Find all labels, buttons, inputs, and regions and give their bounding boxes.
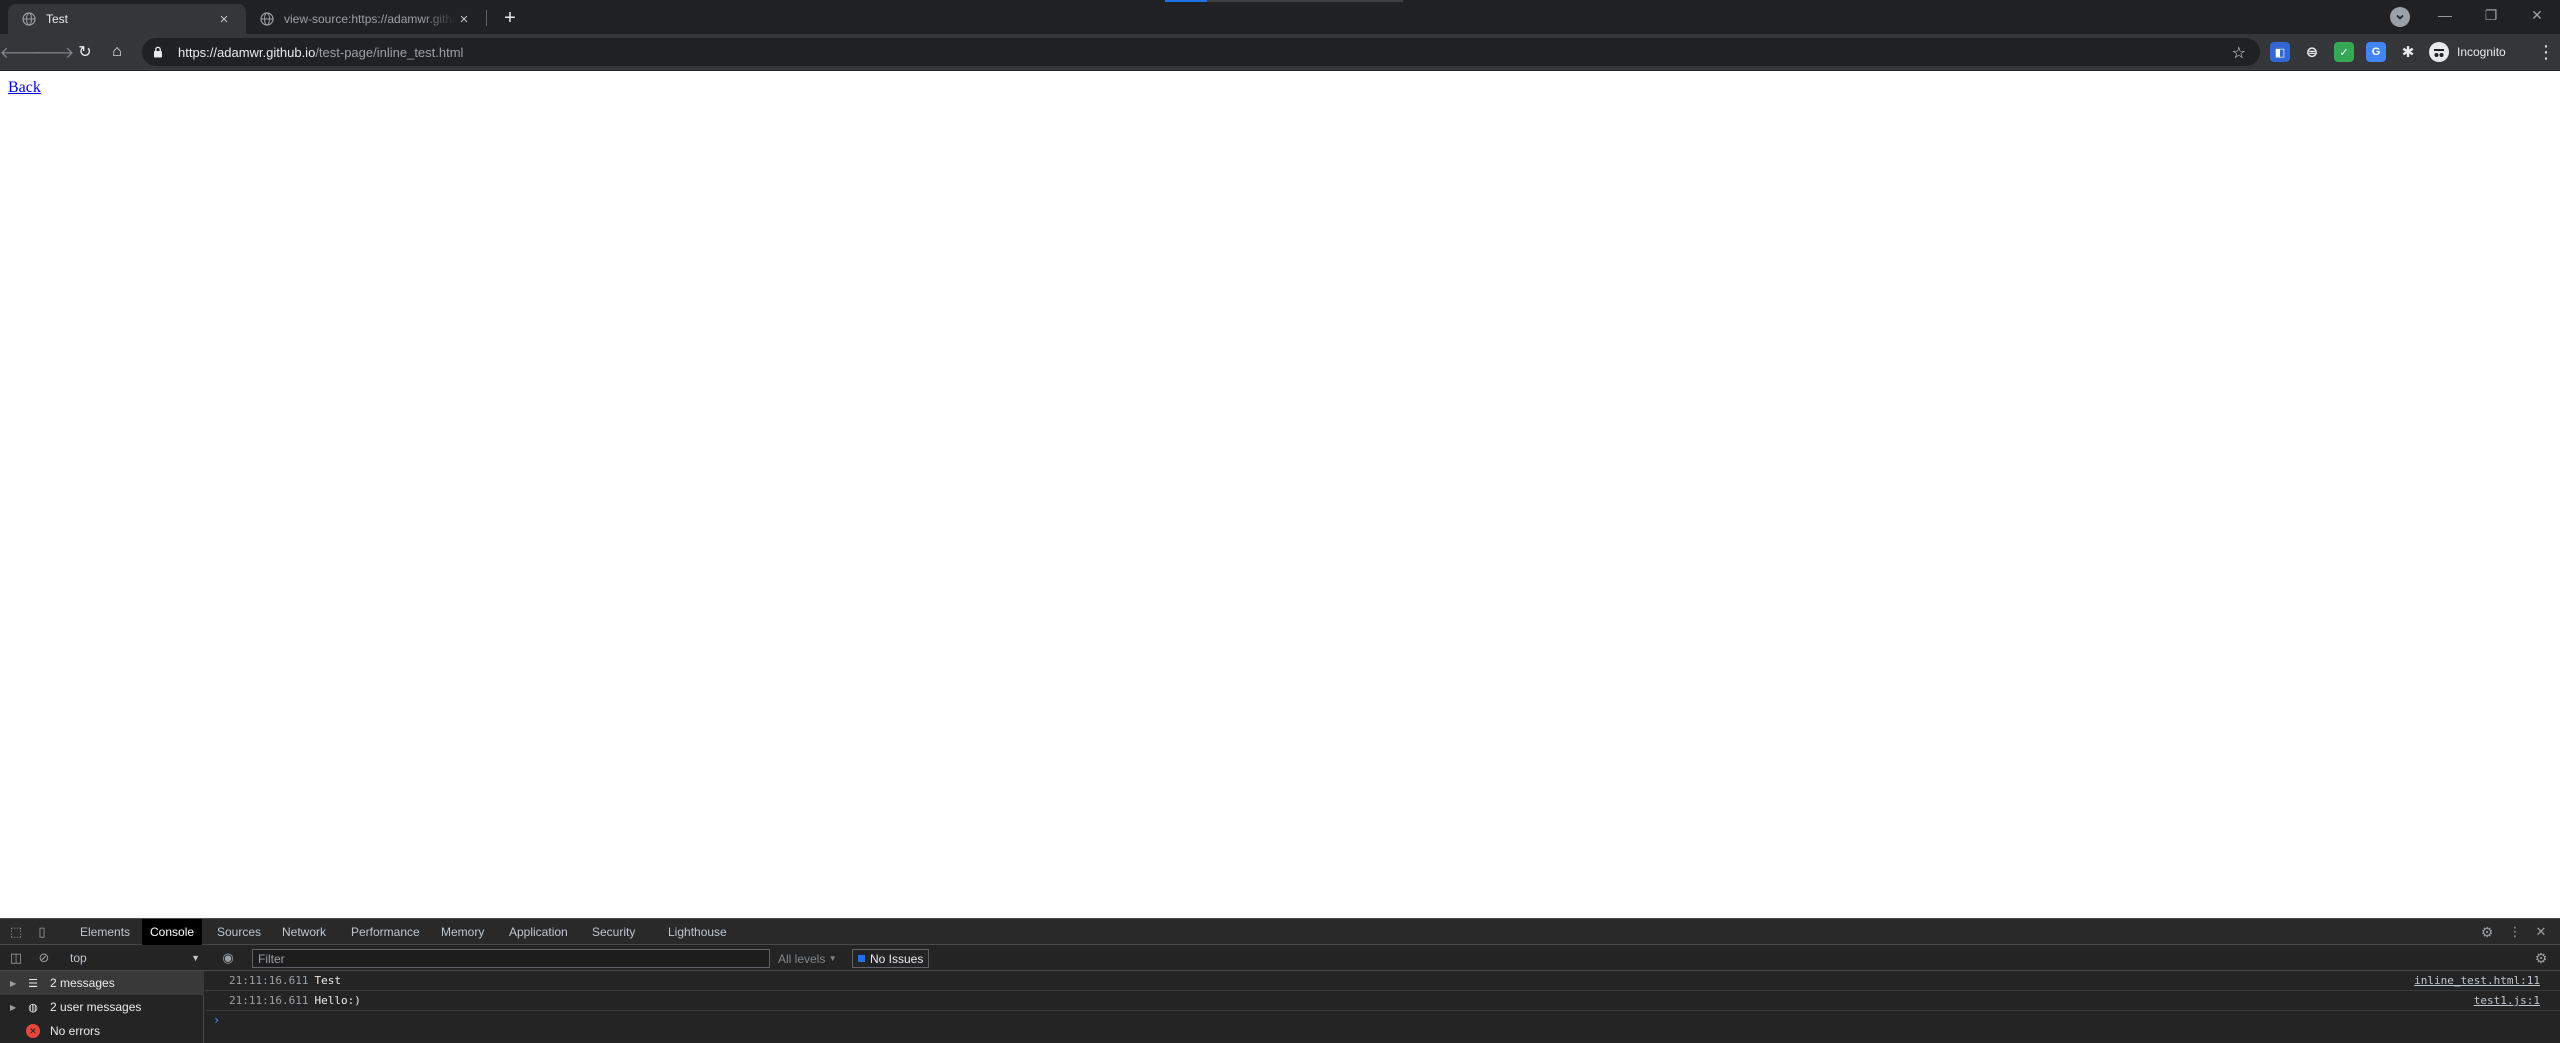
list-icon: ☰ xyxy=(28,977,38,990)
sidebar-item-messages[interactable]: ▶ ☰ 2 messages xyxy=(0,971,204,995)
devtools-tab-console[interactable]: Console xyxy=(142,919,203,945)
tab-separator xyxy=(486,10,487,26)
console-messages: 21:11:16.611 Test inline_test.html:11 21… xyxy=(205,971,2560,1043)
tab-title: Test xyxy=(46,12,69,26)
lock-icon xyxy=(154,46,162,58)
sidebar-item-user-messages[interactable]: ▶ ◍ 2 user messages xyxy=(0,995,204,1019)
reload-icon[interactable]: ↻ xyxy=(72,39,98,65)
browser-toolbar: 🡐 🡒 ↻ ⌂ https://adamwr.github.io/test-pa… xyxy=(0,34,2560,70)
close-tab-icon[interactable]: × xyxy=(216,11,232,28)
devtools-tab-performance[interactable]: Performance xyxy=(343,919,428,945)
minimize-icon[interactable]: — xyxy=(2422,0,2468,30)
devtools-tab-lighthouse[interactable]: Lighthouse xyxy=(660,919,735,945)
back-link[interactable]: Back xyxy=(8,79,41,97)
extension-translate-icon[interactable]: G xyxy=(2366,42,2386,62)
console-toolbar: ◫ ⊘ top ▼ ◉ All levels ▼ No Issues ⚙ xyxy=(0,945,2560,971)
address-bar[interactable]: https://adamwr.github.io/test-page/inlin… xyxy=(142,38,2260,66)
message-timestamp: 21:11:16.611 xyxy=(229,994,309,1007)
globe-icon xyxy=(22,12,36,26)
sidebar-item-label: 2 messages xyxy=(50,976,115,990)
devtools-tab-network[interactable]: Network xyxy=(274,919,334,945)
chevron-down-icon: ▼ xyxy=(828,954,837,963)
url-path: /test-page/inline_test.html xyxy=(315,44,464,60)
message-timestamp: 21:11:16.611 xyxy=(229,974,309,987)
new-tab-button[interactable]: + xyxy=(498,6,522,30)
profile-label: Incognito xyxy=(2457,45,2506,59)
forward-arrow-icon[interactable]: 🡒 xyxy=(32,39,75,65)
sidebar-item-label: No errors xyxy=(50,1024,101,1038)
clear-console-icon[interactable]: ⊘ xyxy=(36,950,52,966)
user-icon: ◍ xyxy=(28,1001,38,1014)
extension-shield-icon[interactable]: ◧ xyxy=(2270,42,2290,62)
tab-view-source[interactable]: view-source:https://adamwr.github.io/tes… xyxy=(246,4,486,34)
levels-label: All levels xyxy=(778,951,826,966)
devtools-menu-icon[interactable]: ⋮ xyxy=(2507,924,2523,940)
log-levels-dropdown[interactable]: All levels ▼ xyxy=(778,949,837,968)
devtools-panel: ⬚ ▯ Elements Console Sources Network Per… xyxy=(0,918,2560,1043)
console-message: 21:11:16.611 Hello:) test1.js:1 xyxy=(205,991,2560,1011)
issues-button[interactable]: No Issues xyxy=(852,949,930,968)
tab-search-icon[interactable] xyxy=(2390,7,2410,27)
incognito-icon xyxy=(2429,42,2449,62)
inspect-element-icon[interactable]: ⬚ xyxy=(8,924,24,940)
home-icon[interactable]: ⌂ xyxy=(104,39,130,65)
device-toolbar-icon[interactable]: ▯ xyxy=(34,924,50,940)
message-source-link[interactable]: inline_test.html:11 xyxy=(2414,974,2540,987)
sidebar-toggle-icon[interactable]: ◫ xyxy=(8,950,24,966)
loading-indicator xyxy=(1165,0,1207,2)
url-host: https://adamwr.github.io xyxy=(178,44,316,60)
live-expression-eye-icon[interactable]: ◉ xyxy=(220,950,236,966)
devtools-tab-memory[interactable]: Memory xyxy=(433,919,492,945)
browser-menu-icon[interactable]: ⋮ xyxy=(2534,39,2558,65)
console-sidebar: ▶ ☰ 2 messages ▶ ◍ 2 user messages ✕ No … xyxy=(0,971,204,1043)
extension-circle-icon[interactable]: ⊜ xyxy=(2302,42,2322,62)
console-prompt-icon[interactable]: › xyxy=(213,1013,220,1027)
console-filter-input[interactable] xyxy=(252,949,770,968)
devtools-tab-sources[interactable]: Sources xyxy=(209,919,269,945)
message-source-link[interactable]: test1.js:1 xyxy=(2474,994,2540,1007)
sidebar-item-errors[interactable]: ✕ No errors xyxy=(0,1019,204,1043)
context-selector[interactable]: top ▼ xyxy=(64,948,204,968)
window-close-icon[interactable]: ✕ xyxy=(2514,0,2560,30)
console-settings-gear-icon[interactable]: ⚙ xyxy=(2533,950,2549,966)
restore-icon[interactable]: ❐ xyxy=(2468,0,2514,30)
devtools-tab-application[interactable]: Application xyxy=(501,919,576,945)
issues-label: No Issues xyxy=(870,951,924,966)
tab-strip-divider xyxy=(1207,0,1403,2)
extension-check-icon[interactable]: ✓ xyxy=(2334,42,2354,62)
sidebar-item-label: 2 user messages xyxy=(50,1000,142,1014)
back-arrow-icon[interactable]: 🡐 xyxy=(0,39,42,65)
page-viewport: Back xyxy=(0,71,2560,918)
message-text: Test xyxy=(314,974,341,987)
close-tab-icon[interactable]: × xyxy=(456,11,472,28)
issues-icon xyxy=(858,955,865,962)
globe-icon xyxy=(260,12,274,26)
tab-test[interactable]: Test × xyxy=(8,4,246,34)
context-value: top xyxy=(70,951,87,965)
expand-arrow-icon[interactable]: ▶ xyxy=(10,979,22,988)
bookmark-star-icon[interactable]: ☆ xyxy=(2232,43,2246,63)
tab-strip: Test × view-source:https://adamwr.github… xyxy=(0,0,2560,34)
devtools-tab-security[interactable]: Security xyxy=(584,919,643,945)
extensions-puzzle-icon[interactable]: ✱ xyxy=(2398,42,2418,62)
devtools-tab-bar: ⬚ ▯ Elements Console Sources Network Per… xyxy=(0,919,2560,945)
devtools-tab-elements[interactable]: Elements xyxy=(72,919,138,945)
error-icon: ✕ xyxy=(26,1024,40,1038)
chevron-down-icon: ▼ xyxy=(191,953,200,963)
devtools-settings-gear-icon[interactable]: ⚙ xyxy=(2479,924,2495,940)
message-text: Hello:) xyxy=(314,994,361,1007)
console-message: 21:11:16.611 Test inline_test.html:11 xyxy=(205,971,2560,991)
tab-title: view-source:https://adamwr.github.io/tes… xyxy=(284,12,456,26)
incognito-profile-button[interactable]: Incognito xyxy=(2425,39,2516,65)
expand-arrow-icon[interactable]: ▶ xyxy=(10,1003,22,1012)
devtools-close-icon[interactable]: ✕ xyxy=(2533,924,2549,940)
